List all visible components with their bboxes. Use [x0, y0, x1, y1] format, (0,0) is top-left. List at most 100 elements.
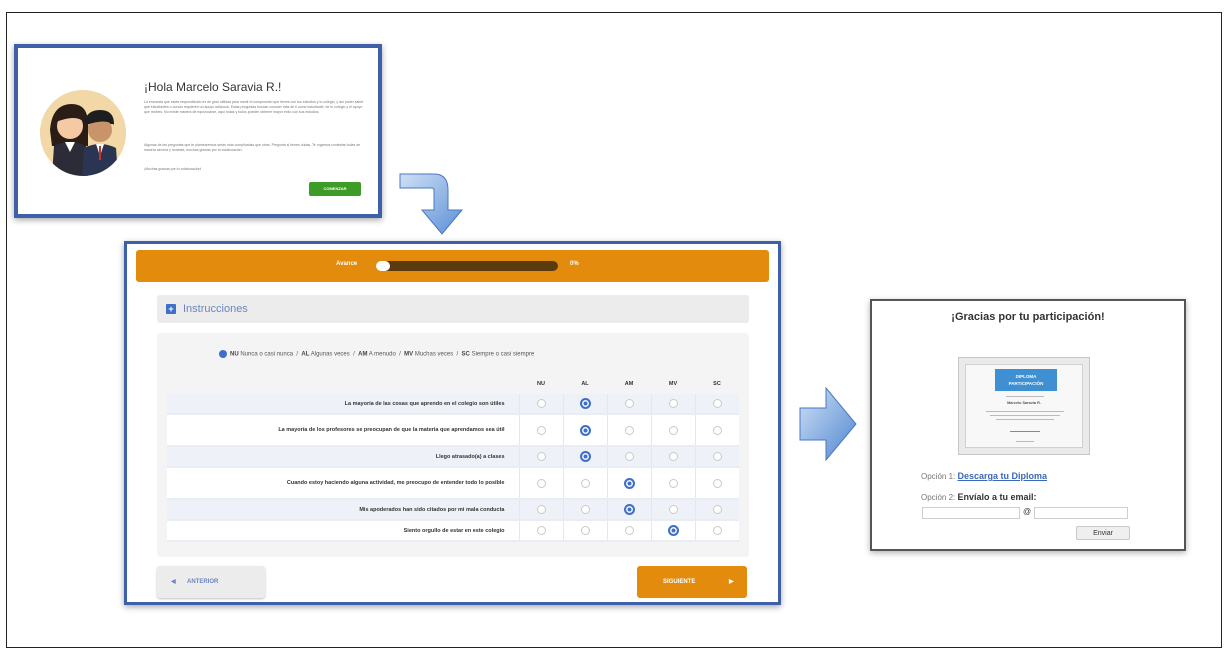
option-cell — [694, 394, 739, 415]
option-cell — [650, 499, 695, 521]
progress-label: Avance — [336, 261, 358, 267]
radio-am[interactable] — [623, 477, 635, 489]
next-button[interactable]: SIGUIENTE ▶ — [637, 566, 747, 598]
progress-bar — [376, 261, 558, 271]
legend-text: Nunca o casi nunca — [240, 351, 294, 358]
option-cell — [694, 520, 739, 542]
radio-am[interactable] — [624, 526, 634, 535]
radio-mv[interactable] — [668, 478, 678, 488]
radio-mv[interactable] — [668, 452, 678, 461]
option-1: Opción 1: Descarga tu Diploma — [921, 471, 1047, 481]
option-cell — [650, 446, 695, 468]
diploma-text-line — [986, 411, 1064, 412]
radio-nu[interactable] — [536, 526, 546, 535]
start-button[interactable]: COMENZAR — [309, 182, 361, 196]
next-button-label: SIGUIENTE — [663, 579, 696, 585]
radio-al[interactable] — [580, 505, 590, 514]
radio-sc[interactable] — [712, 505, 722, 514]
radio-am[interactable] — [624, 399, 634, 408]
instructions-label: Instrucciones — [183, 303, 248, 315]
welcome-greeting: ¡Hola Marcelo Saravia R.! — [144, 80, 282, 94]
at-symbol: @ — [1023, 507, 1032, 516]
option-cell — [518, 499, 563, 521]
radio-mv[interactable] — [668, 505, 678, 514]
previous-button[interactable]: ◀ ANTERIOR — [157, 566, 265, 598]
radio-al[interactable] — [579, 424, 591, 436]
radio-mv[interactable] — [668, 425, 678, 435]
radio-sc[interactable] — [712, 526, 722, 535]
radio-al[interactable] — [580, 526, 590, 535]
diploma-sheet: DIPLOMA PARTICIPACIÓN Marcelo Saravia R. — [965, 364, 1083, 448]
radio-nu[interactable] — [536, 478, 546, 488]
option-cell — [562, 499, 607, 521]
send-button[interactable]: Enviar — [1076, 526, 1130, 540]
radio-sc[interactable] — [712, 452, 722, 461]
option-cell — [518, 414, 563, 447]
question-row: Llego atrasado(a) a clases — [167, 446, 739, 468]
radio-nu[interactable] — [536, 452, 546, 461]
radio-sc[interactable] — [712, 478, 722, 488]
radio-sc[interactable] — [712, 399, 722, 408]
column-header: AM — [624, 381, 634, 387]
option-cell — [694, 414, 739, 447]
email-domain-input[interactable] — [1034, 507, 1128, 519]
legend-text: Siempre o casi siempre — [471, 351, 535, 358]
radio-al[interactable] — [579, 398, 591, 409]
progress-header: Avance 0% — [136, 250, 769, 282]
option-2-label: Envíalo a tu email: — [957, 492, 1037, 502]
column-header: MV — [668, 381, 678, 387]
instructions-toggle[interactable]: + Instrucciones — [157, 295, 749, 323]
students-avatar-illustration — [40, 90, 126, 176]
option-cell — [562, 394, 607, 415]
radio-mv[interactable] — [668, 399, 678, 408]
chevron-left-icon: ◀ — [171, 579, 176, 585]
radio-sc[interactable] — [712, 425, 722, 435]
question-text: Cuando estoy haciendo alguna actividad, … — [167, 467, 519, 500]
question-text: La mayoría de los profesores se preocupa… — [167, 414, 519, 447]
option-cell — [606, 446, 651, 468]
legend-text: Muchas veces — [414, 351, 454, 358]
previous-button-label: ANTERIOR — [187, 579, 219, 585]
diploma-text-line — [990, 415, 1060, 416]
thanks-title: ¡Gracias por tu participación! — [951, 311, 1105, 323]
diploma-text-line — [1006, 396, 1044, 397]
radio-nu[interactable] — [536, 425, 546, 435]
progress-indicator — [376, 261, 390, 271]
radio-nu[interactable] — [536, 399, 546, 408]
column-header: AL — [581, 381, 589, 387]
right-arrow-icon — [799, 386, 857, 462]
diploma-banner: DIPLOMA PARTICIPACIÓN — [995, 369, 1057, 391]
radio-mv[interactable] — [667, 525, 679, 536]
question-text: Siento orgullo de estar en este colegio — [167, 520, 519, 542]
progress-percent: 0% — [570, 261, 579, 267]
thanks-window: ¡Gracias por tu participación! DIPLOMA P… — [870, 299, 1186, 551]
legend-text: Algunas veces — [310, 351, 350, 358]
survey-window: Avance 0% + Instrucciones NU Nunca o cas… — [124, 241, 781, 605]
legend-code: AM — [358, 351, 368, 358]
radio-al[interactable] — [579, 451, 591, 462]
question-row: Siento orgullo de estar en este colegio — [167, 520, 739, 542]
legend-code: SC — [461, 351, 470, 358]
diploma-preview[interactable]: DIPLOMA PARTICIPACIÓN Marcelo Saravia R. — [958, 357, 1090, 455]
question-row: La mayoría de las cosas que aprendo en e… — [167, 394, 739, 415]
download-diploma-link[interactable]: Descarga tu Diploma — [957, 471, 1047, 481]
column-header: NU — [537, 381, 545, 387]
radio-am[interactable] — [623, 504, 635, 515]
question-row: La mayoría de los profesores se preocupa… — [167, 414, 739, 447]
option-cell — [694, 467, 739, 500]
radio-am[interactable] — [624, 425, 634, 435]
radio-al[interactable] — [580, 478, 590, 488]
option-2-prefix: Opción 2: — [921, 493, 956, 502]
option-cell — [518, 394, 563, 415]
option-cell — [606, 499, 651, 521]
column-header: SC — [713, 381, 721, 387]
question-text: Llego atrasado(a) a clases — [167, 446, 519, 468]
column-header-question — [167, 374, 519, 394]
scale-legend: NU Nunca o casi nunca / AL Algunas veces… — [219, 350, 739, 358]
radio-am[interactable] — [624, 452, 634, 461]
email-user-input[interactable] — [922, 507, 1020, 519]
option-cell — [650, 467, 695, 500]
radio-nu[interactable] — [536, 505, 546, 514]
option-cell — [562, 520, 607, 542]
option-cell — [694, 499, 739, 521]
